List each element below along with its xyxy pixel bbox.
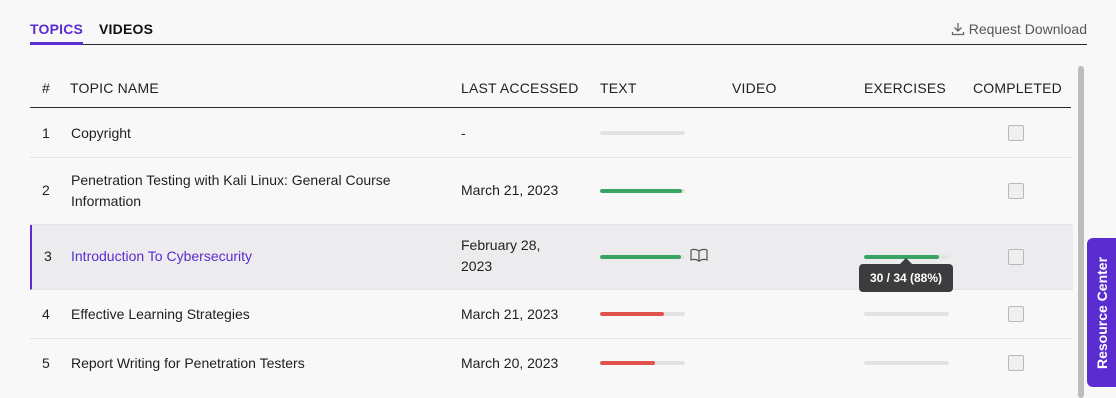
completed-checkbox[interactable]: [1008, 183, 1024, 199]
col-topic-name: TOPIC NAME: [70, 80, 159, 96]
text-progress-bar: [600, 312, 685, 316]
text-progress-bar: [600, 361, 685, 365]
col-exercises: EXERCISES: [864, 80, 946, 96]
exercises-progress-bar: [864, 361, 949, 365]
exercises-tooltip: 30 / 34 (88%): [859, 258, 953, 292]
table-row[interactable]: 4 Effective Learning Strategies March 21…: [30, 290, 1071, 339]
row-number: 1: [42, 125, 50, 141]
text-progress-bar: [600, 131, 685, 135]
last-accessed: March 21, 2023: [461, 306, 559, 322]
last-accessed: -: [461, 125, 466, 141]
table-row[interactable]: 5 Report Writing for Penetration Testers…: [30, 339, 1071, 388]
topic-title-link[interactable]: Introduction To Cybersecurity: [71, 246, 252, 267]
text-progress-bar: [600, 255, 685, 259]
row-number: 5: [42, 355, 50, 371]
book-icon[interactable]: [690, 248, 708, 262]
table-header: # TOPIC NAME LAST ACCESSED TEXT VIDEO EX…: [30, 70, 1071, 108]
tab-bar: TOPICS VIDEOS Request Download: [30, 0, 1087, 45]
tab-topics[interactable]: TOPICS: [30, 21, 84, 45]
completed-checkbox[interactable]: [1008, 249, 1024, 265]
last-accessed: March 20, 2023: [461, 355, 559, 371]
col-last-accessed: LAST ACCESSED: [461, 80, 579, 96]
download-icon: [951, 23, 964, 36]
col-completed: COMPLETED: [973, 80, 1062, 96]
col-number: #: [42, 80, 50, 96]
topic-title[interactable]: Penetration Testing with Kali Linux: Gen…: [71, 170, 441, 212]
row-number: 3: [44, 248, 52, 264]
last-accessed: March 21, 2023: [461, 182, 559, 198]
col-text: TEXT: [600, 80, 637, 96]
row-number: 4: [42, 306, 50, 322]
topic-title[interactable]: Copyright: [71, 123, 131, 144]
topic-title[interactable]: Report Writing for Penetration Testers: [71, 353, 305, 374]
completed-checkbox[interactable]: [1008, 125, 1024, 141]
resource-center-button[interactable]: Resource Center: [1087, 238, 1116, 387]
resource-center-label: Resource Center: [1093, 256, 1110, 369]
completed-checkbox[interactable]: [1008, 355, 1024, 371]
exercises-progress-bar: [864, 312, 949, 316]
topic-title[interactable]: Effective Learning Strategies: [71, 304, 250, 325]
last-accessed: February 28, 2023: [461, 237, 541, 274]
tab-videos[interactable]: VIDEOS: [99, 21, 153, 37]
text-progress-bar: [600, 189, 685, 193]
col-video: VIDEO: [732, 80, 777, 96]
row-number: 2: [42, 182, 50, 198]
table-row[interactable]: 1 Copyright -: [30, 108, 1071, 158]
scrollbar[interactable]: [1078, 66, 1084, 398]
request-download-label: Request Download: [968, 21, 1087, 37]
table-row[interactable]: 2 Penetration Testing with Kali Linux: G…: [30, 158, 1071, 225]
request-download-button[interactable]: Request Download: [951, 21, 1087, 37]
completed-checkbox[interactable]: [1008, 306, 1024, 322]
